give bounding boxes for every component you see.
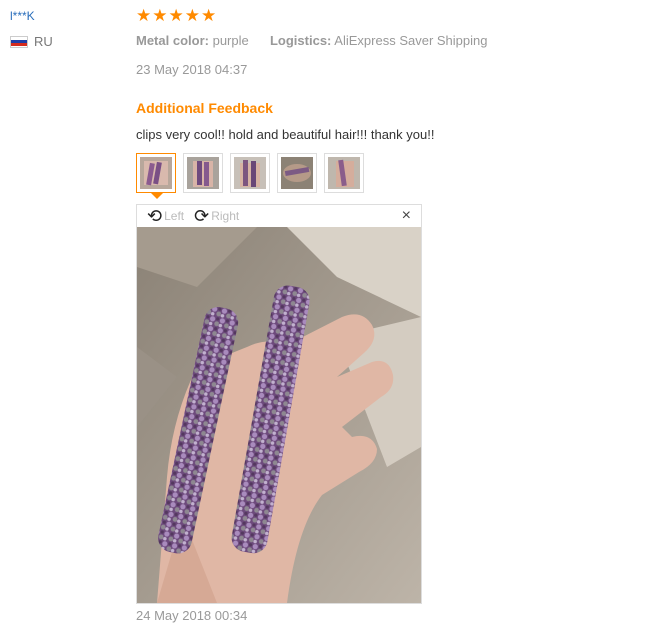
- additional-feedback-heading: Additional Feedback: [136, 100, 273, 116]
- metal-color-label: Metal color:: [136, 33, 209, 48]
- photo-thumbnail[interactable]: [183, 153, 223, 193]
- additional-feedback-date: 24 May 2018 00:34: [136, 608, 248, 623]
- reviewer-info: l***K RU: [10, 8, 120, 49]
- logistics-label: Logistics:: [269, 33, 332, 48]
- star-icon: ★: [168, 6, 184, 25]
- photo-thumbnail[interactable]: [277, 153, 317, 193]
- review-content: ★ ★ ★ ★ ★ Metal color: purple Logistics:…: [136, 6, 646, 604]
- order-attributes: Metal color: purple Logistics: AliExpres…: [136, 32, 646, 50]
- photo-thumbnail[interactable]: [324, 153, 364, 193]
- photo-viewer: ⟲ Left ⟳ Right ×: [136, 204, 422, 604]
- viewer-toolbar: ⟲ Left ⟳ Right ×: [137, 205, 421, 227]
- star-icon: ★: [136, 6, 152, 25]
- russia-flag-icon: [10, 35, 28, 48]
- star-icon: ★: [184, 6, 200, 25]
- rotate-right-label: Right: [211, 209, 240, 223]
- metal-color-value: purple: [212, 33, 249, 48]
- star-rating: ★ ★ ★ ★ ★: [136, 6, 646, 26]
- photo-thumbnail[interactable]: [136, 153, 176, 199]
- reviewer-name[interactable]: l***K: [10, 8, 120, 24]
- rotate-left-button[interactable]: ⟲ Left: [147, 207, 184, 225]
- rotate-right-icon: ⟳: [194, 206, 210, 226]
- additional-feedback-text: clips very cool!! hold and beautiful hai…: [136, 127, 435, 142]
- photo-thumbnails: [136, 153, 364, 199]
- rotate-left-icon: ⟲: [147, 206, 163, 226]
- star-icon: ★: [152, 6, 168, 25]
- photo-thumbnail[interactable]: [230, 153, 270, 193]
- star-icon: ★: [201, 6, 217, 25]
- review-date: 23 May 2018 04:37: [136, 62, 248, 77]
- country-code: RU: [34, 34, 53, 49]
- close-viewer-button[interactable]: ×: [402, 207, 411, 225]
- rotate-right-button[interactable]: ⟳ Right: [194, 207, 239, 225]
- rotate-left-label: Left: [164, 209, 185, 223]
- review-photo[interactable]: [137, 227, 421, 603]
- logistics-value: AliExpress Saver Shipping: [334, 33, 488, 48]
- reviewer-country: RU: [10, 34, 120, 49]
